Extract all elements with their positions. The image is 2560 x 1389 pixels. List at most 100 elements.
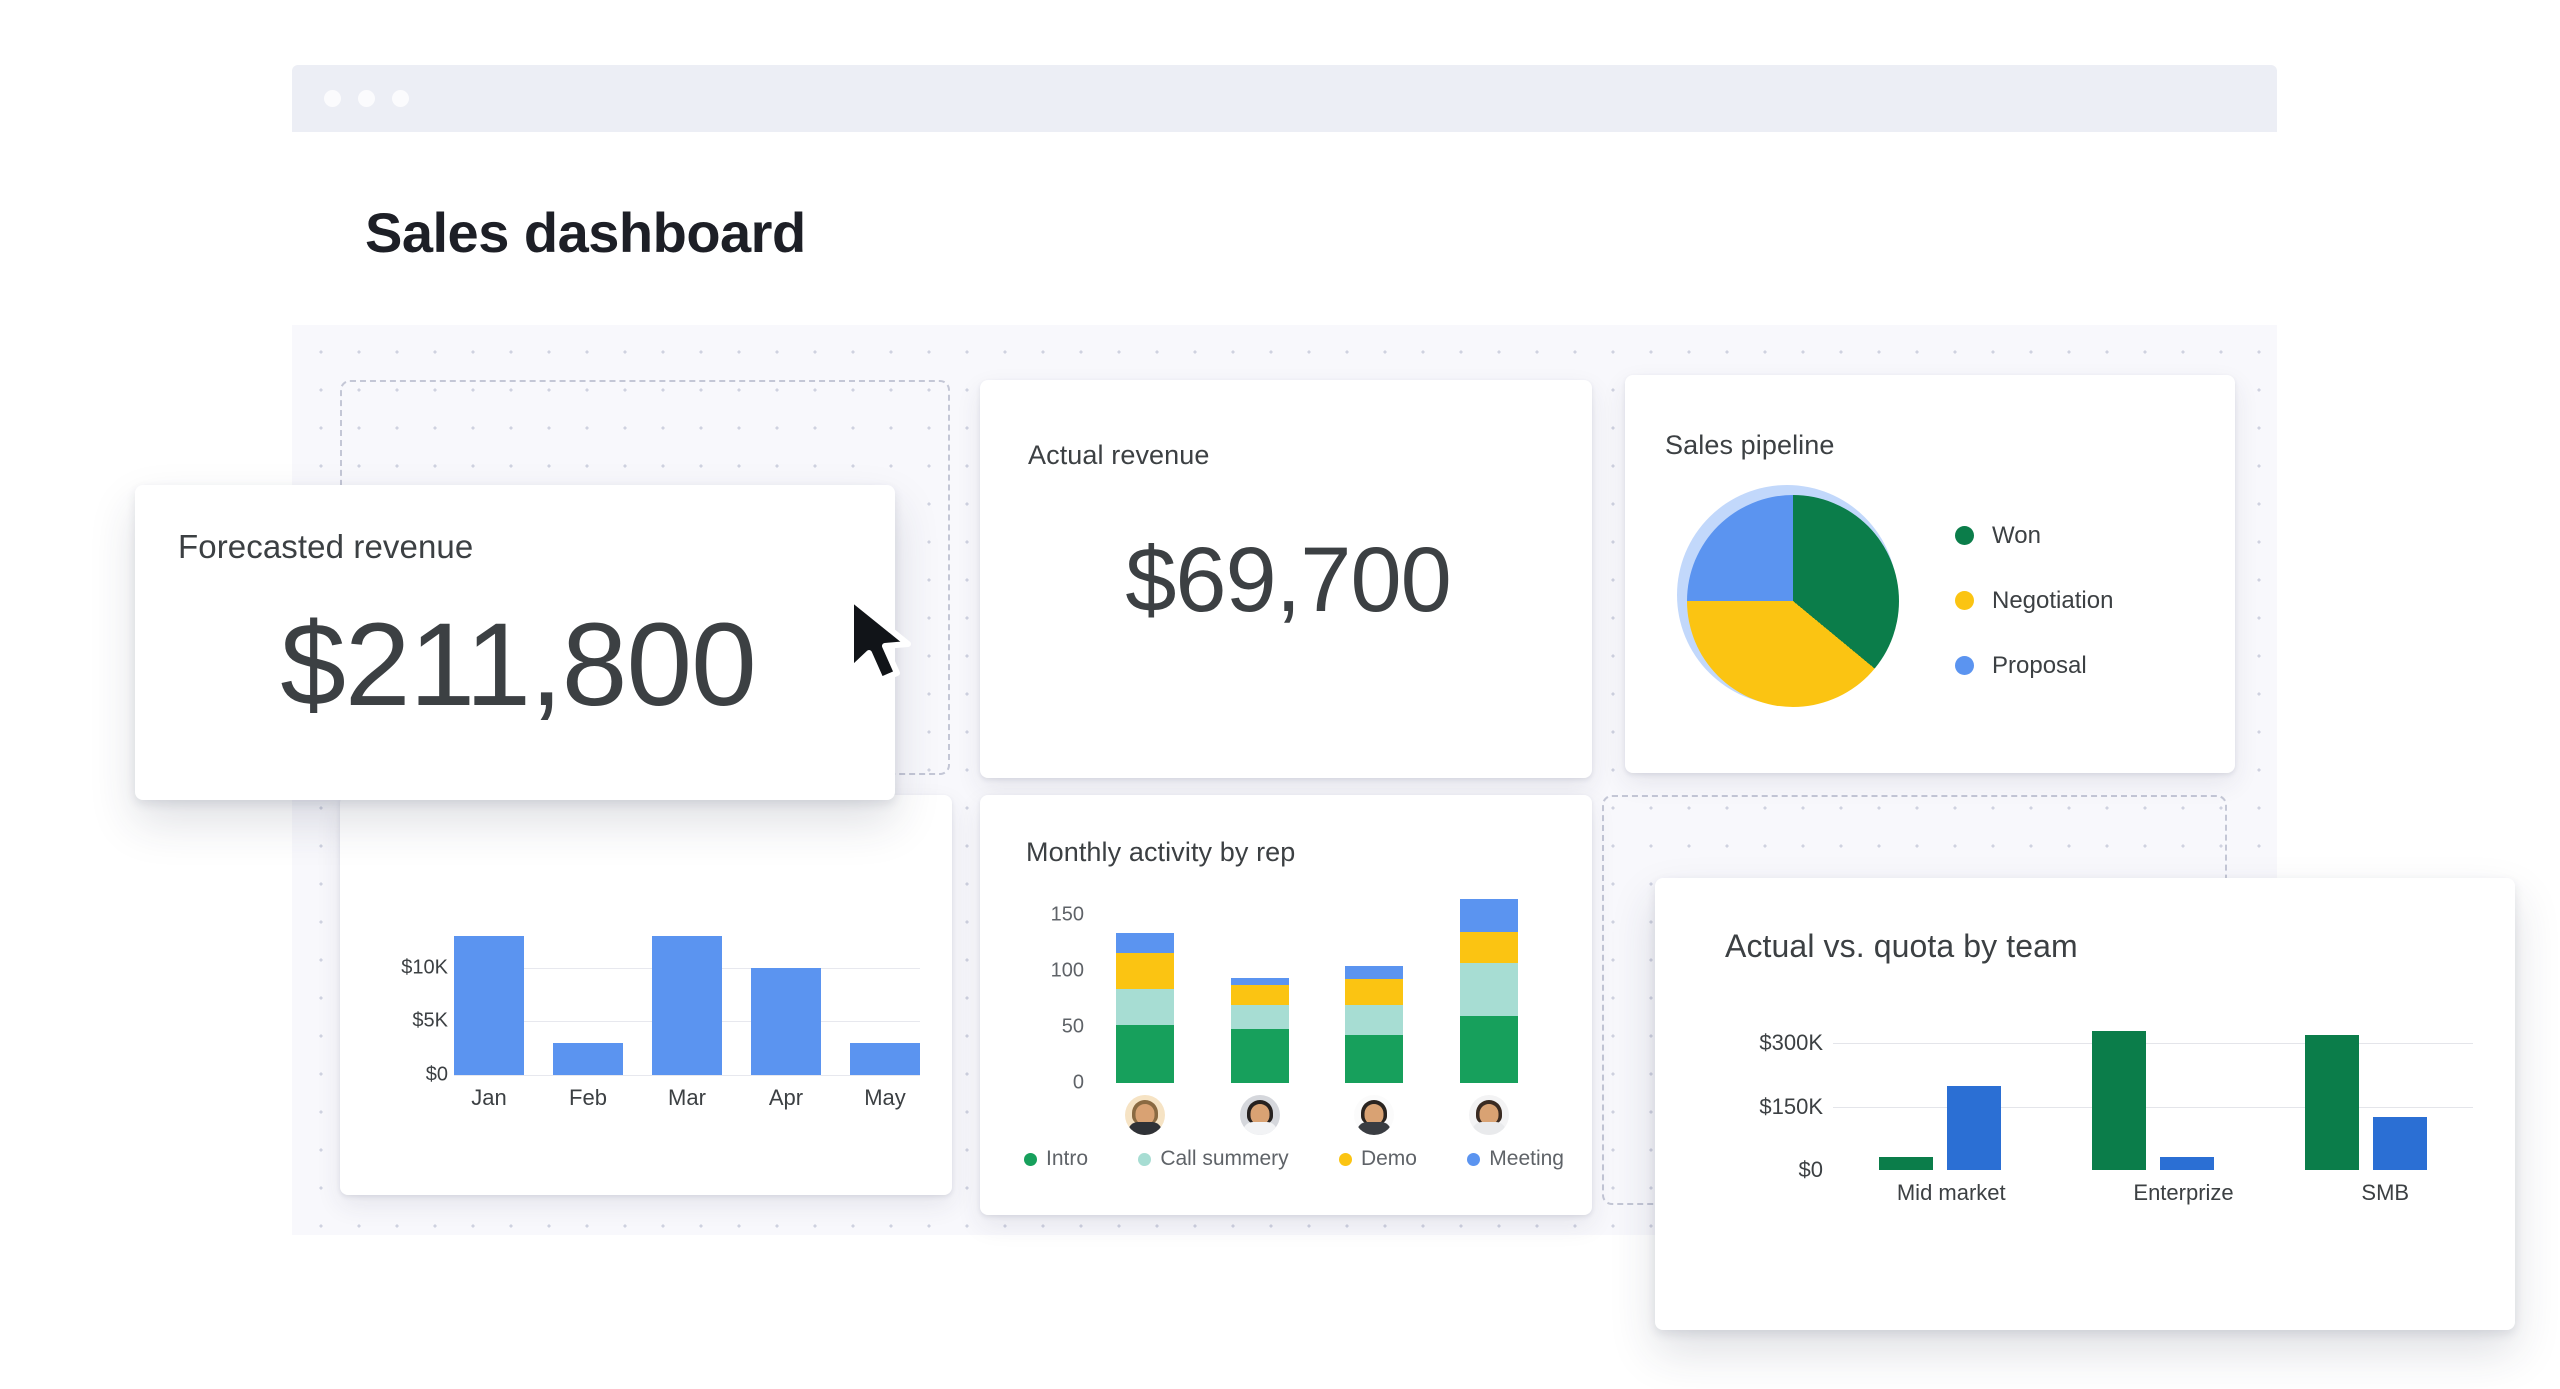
close-dot-icon[interactable] bbox=[324, 90, 341, 107]
sales-pipeline-pie-chart bbox=[1687, 495, 1899, 707]
rep-avatar[interactable] bbox=[1354, 1095, 1394, 1135]
quota-bar[interactable] bbox=[2160, 1157, 2214, 1170]
activity-bar-segment bbox=[1116, 953, 1174, 989]
activity-bar-segment bbox=[1116, 989, 1174, 1025]
page-title: Sales dashboard bbox=[365, 200, 806, 265]
activity-y-tick-label: 50 bbox=[1062, 1016, 1084, 1039]
quota-y-axis: $300K$150K$0 bbox=[1713, 1018, 1823, 1170]
monthly-activity-title: Monthly activity by rep bbox=[1026, 837, 1295, 868]
monthly-revenue-bar[interactable] bbox=[751, 968, 821, 1075]
quota-bars bbox=[1833, 1018, 2473, 1170]
activity-legend-item[interactable]: Meeting bbox=[1467, 1147, 1564, 1171]
quota-bar-group bbox=[2092, 1031, 2214, 1170]
forecasted-revenue-card[interactable]: Forecasted revenue $211,800 bbox=[135, 485, 895, 800]
legend-color-dot-icon bbox=[1339, 1153, 1352, 1166]
activity-bar-segment bbox=[1345, 966, 1403, 979]
quota-x-axis: Mid marketEnterprizeSMB bbox=[1833, 1180, 2473, 1206]
activity-bar-segment bbox=[1460, 899, 1518, 933]
monthly-x-tick-label: Jan bbox=[454, 1085, 524, 1111]
dashboard-screenshot: Sales dashboard $10K$5K$0 JanFebMarAprMa… bbox=[0, 0, 2560, 1389]
activity-legend-label: Meeting bbox=[1489, 1147, 1564, 1171]
legend-color-dot-icon bbox=[1138, 1153, 1151, 1166]
sales-pipeline-card[interactable]: Sales pipeline Won Negotiation Proposal bbox=[1625, 375, 2235, 773]
monthly-x-tick-label: May bbox=[850, 1085, 920, 1111]
quota-y-tick-label: $300K bbox=[1759, 1030, 1823, 1056]
activity-stacked-bar[interactable] bbox=[1231, 978, 1289, 1083]
pipeline-legend-item[interactable]: Won bbox=[1955, 503, 2113, 568]
avatar-body bbox=[1357, 1122, 1391, 1135]
rep-avatar[interactable] bbox=[1125, 1095, 1165, 1135]
activity-bar-segment bbox=[1345, 1035, 1403, 1083]
quota-bar[interactable] bbox=[2373, 1117, 2427, 1170]
activity-legend-item[interactable]: Intro bbox=[1024, 1147, 1088, 1171]
actual-revenue-card[interactable]: Actual revenue $69,700 bbox=[980, 380, 1592, 778]
legend-color-dot-icon bbox=[1467, 1153, 1480, 1166]
minimize-dot-icon[interactable] bbox=[358, 90, 375, 107]
quota-y-tick-label: $150K bbox=[1759, 1094, 1823, 1120]
actual-vs-quota-card[interactable]: Actual vs. quota by team $300K$150K$0 Mi… bbox=[1655, 878, 2515, 1330]
quota-x-tick-label: Mid market bbox=[1897, 1180, 2006, 1206]
sales-pipeline-title: Sales pipeline bbox=[1665, 430, 1835, 461]
activity-bar-segment bbox=[1345, 1005, 1403, 1035]
activity-legend-label: Intro bbox=[1046, 1147, 1088, 1171]
actual-revenue-title: Actual revenue bbox=[1028, 440, 1210, 471]
pipeline-legend-label: Won bbox=[1992, 522, 2041, 550]
quota-y-tick-label: $0 bbox=[1799, 1157, 1823, 1183]
activity-legend-item[interactable]: Demo bbox=[1339, 1147, 1417, 1171]
rep-avatar[interactable] bbox=[1240, 1095, 1280, 1135]
maximize-dot-icon[interactable] bbox=[392, 90, 409, 107]
forecasted-revenue-value: $211,800 bbox=[178, 597, 858, 733]
pipeline-legend-label: Negotiation bbox=[1992, 587, 2113, 615]
quota-bar[interactable] bbox=[2305, 1035, 2359, 1170]
monthly-revenue-bar[interactable] bbox=[454, 936, 524, 1075]
monthly-revenue-x-axis: JanFebMarAprMay bbox=[454, 1085, 920, 1111]
quota-bar[interactable] bbox=[2092, 1031, 2146, 1170]
monthly-y-tick-label: $0 bbox=[426, 1064, 448, 1087]
forecasted-revenue-title: Forecasted revenue bbox=[178, 528, 473, 566]
pipeline-legend-label: Proposal bbox=[1992, 652, 2087, 680]
monthly-revenue-bar[interactable] bbox=[652, 936, 722, 1075]
monthly-revenue-bar[interactable] bbox=[553, 1043, 623, 1075]
sales-pipeline-legend: Won Negotiation Proposal bbox=[1955, 503, 2113, 698]
legend-color-dot-icon bbox=[1024, 1153, 1037, 1166]
monthly-gridline bbox=[454, 1075, 920, 1076]
activity-legend-label: Demo bbox=[1361, 1147, 1417, 1171]
pipeline-legend-item[interactable]: Proposal bbox=[1955, 633, 2113, 698]
monthly-activity-legend: Intro Call summery Demo Meeting bbox=[1024, 1147, 1564, 1171]
activity-stacked-bar[interactable] bbox=[1116, 933, 1174, 1083]
monthly-revenue-bars bbox=[454, 925, 920, 1075]
monthly-x-tick-label: Apr bbox=[751, 1085, 821, 1111]
monthly-activity-bars bbox=[1088, 893, 1546, 1083]
activity-bar-segment bbox=[1231, 985, 1289, 1005]
activity-bar-segment bbox=[1345, 979, 1403, 1005]
avatar-body bbox=[1472, 1122, 1506, 1135]
activity-bar-segment bbox=[1116, 1025, 1174, 1083]
quota-x-tick-label: Enterprize bbox=[2133, 1180, 2233, 1206]
legend-color-dot-icon bbox=[1955, 526, 1974, 545]
activity-bar-segment bbox=[1231, 1005, 1289, 1030]
activity-legend-label: Call summery bbox=[1160, 1147, 1288, 1171]
legend-color-dot-icon bbox=[1955, 591, 1974, 610]
activity-y-tick-label: 100 bbox=[1051, 960, 1084, 983]
monthly-activity-card[interactable]: Monthly activity by rep 150100500 IntroC… bbox=[980, 795, 1592, 1215]
quota-bar-group bbox=[2305, 1035, 2427, 1170]
monthly-y-tick-label: $5K bbox=[412, 1010, 448, 1033]
monthly-activity-y-axis: 150100500 bbox=[1026, 893, 1084, 1083]
rep-avatar-row bbox=[1088, 1095, 1546, 1135]
monthly-revenue-bar[interactable] bbox=[850, 1043, 920, 1075]
monthly-revenue-card[interactable]: $10K$5K$0 JanFebMarAprMay bbox=[340, 795, 952, 1195]
sales-pipeline-pie-wrap bbox=[1687, 495, 1907, 715]
activity-stacked-bar[interactable] bbox=[1345, 966, 1403, 1083]
rep-avatar[interactable] bbox=[1469, 1095, 1509, 1135]
activity-bar-segment bbox=[1460, 932, 1518, 963]
monthly-revenue-chart: $10K$5K$0 JanFebMarAprMay bbox=[368, 925, 924, 1115]
pipeline-legend-item[interactable]: Negotiation bbox=[1955, 568, 2113, 633]
avatar-body bbox=[1243, 1122, 1277, 1135]
monthly-revenue-y-axis: $10K$5K$0 bbox=[368, 925, 448, 1075]
activity-legend-item[interactable]: Call summery bbox=[1138, 1147, 1288, 1171]
activity-stacked-bar[interactable] bbox=[1460, 899, 1518, 1083]
activity-y-tick-label: 0 bbox=[1073, 1072, 1084, 1095]
quota-bar-group bbox=[1879, 1086, 2001, 1170]
quota-bar[interactable] bbox=[1879, 1157, 1933, 1170]
quota-bar[interactable] bbox=[1947, 1086, 2001, 1170]
